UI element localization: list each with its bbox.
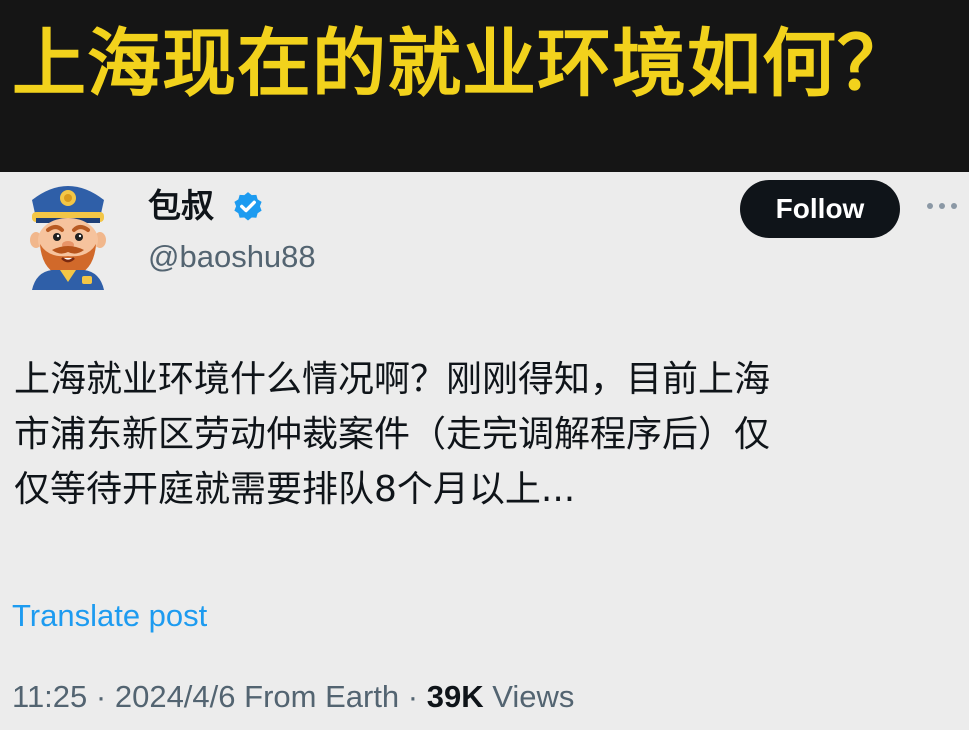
post-body-line: 上海就业环境什么情况啊？刚刚得知，目前上海 [14, 359, 771, 400]
views-count[interactable]: 39K [427, 679, 484, 714]
top-banner: 上海现在的就业环境如何？ [0, 0, 969, 172]
verified-badge-icon [234, 192, 262, 221]
translate-post-link[interactable]: Translate post [12, 596, 207, 636]
more-dots-icon[interactable] [922, 196, 962, 216]
post-date[interactable]: 2024/4/6 [115, 679, 236, 714]
views-label: Views [492, 679, 575, 714]
banner-title: 上海现在的就业环境如何？ [12, 21, 912, 107]
post-source: From Earth [244, 679, 400, 714]
follow-button[interactable]: Follow [740, 180, 900, 238]
post-meta: 11:25 · 2024/4/6 From Earth · 39K Views [12, 679, 575, 714]
post-body: 上海就业环境什么情况啊？刚刚得知，目前上海 市浦东新区劳动仲裁案件（走完调解程序… [14, 352, 959, 517]
display-name[interactable]: 包叔 [148, 186, 214, 226]
post-body-line: 市浦东新区劳动仲裁案件（走完调解程序后）仅 [14, 414, 771, 455]
post-card: 包叔 @baoshu88 Follow 上海就业环境什么情况啊？刚刚得知，目前上… [0, 172, 969, 730]
user-handle[interactable]: @baoshu88 [148, 238, 316, 276]
post-body-line: 仅等待开庭就需要排队8个月以上... [14, 469, 576, 510]
post-time[interactable]: 11:25 [12, 679, 87, 714]
avatar[interactable] [22, 178, 114, 290]
